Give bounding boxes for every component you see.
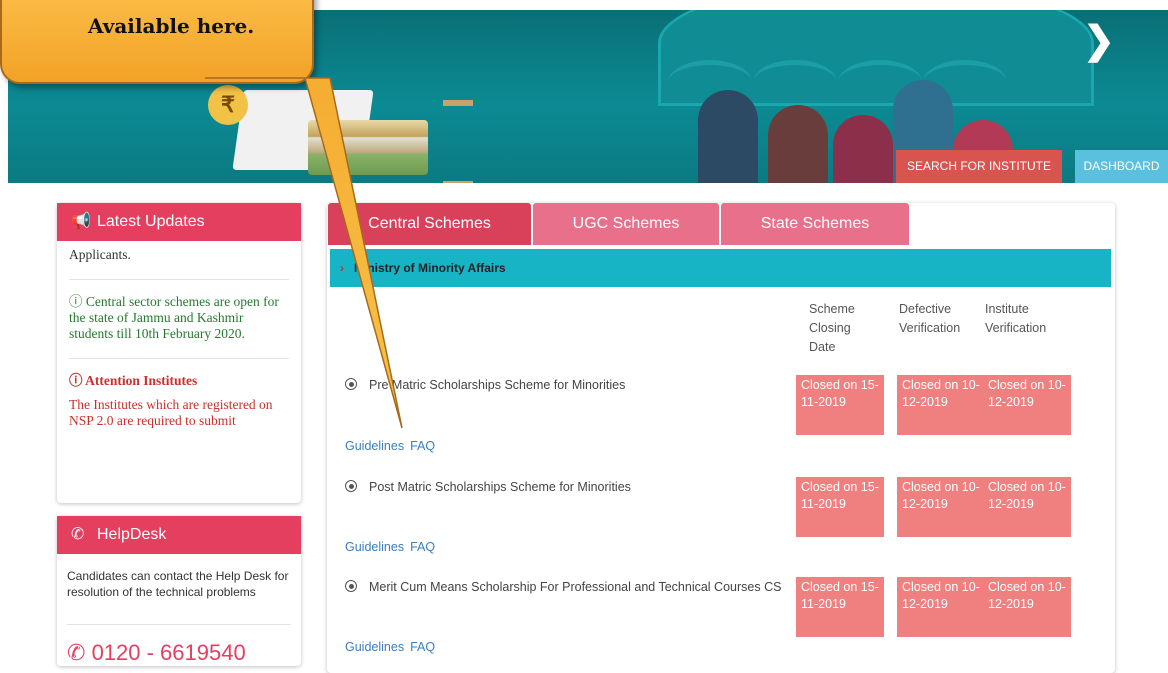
chevron-right-icon: › [340, 261, 344, 275]
scheme-row-title[interactable]: Pre Matric Scholarships Scheme for Minor… [345, 378, 625, 392]
student-figure [698, 90, 758, 183]
scheme-links: Guidelines FAQ [345, 540, 441, 554]
radio-bullet-icon [345, 580, 357, 592]
status-closing-date: Closed on 15-11-2019 [796, 477, 884, 537]
status-closing-date: Closed on 15-11-2019 [796, 577, 884, 637]
update-item: Applicants. [69, 247, 289, 280]
latest-updates-panel: 📢 Latest Updates Applicants. ⓘ Central s… [57, 203, 301, 503]
helpdesk-phone[interactable]: ✆ 0120 - 6619540 [67, 640, 246, 666]
dashboard-button[interactable]: DASHBOARD [1075, 150, 1168, 183]
update-text: Central sector schemes are open for the … [69, 294, 279, 341]
alert-icon: ⓘ [69, 373, 83, 388]
status-defective-verification: Closed on 10-12-2019 [897, 577, 985, 637]
books-stack [308, 120, 428, 175]
tab-ugc-schemes[interactable]: UGC Schemes [533, 203, 719, 245]
status-defective-verification: Closed on 10-12-2019 [897, 477, 985, 537]
helpdesk-title: HelpDesk [97, 526, 167, 543]
latest-updates-title: Latest Updates [97, 213, 205, 230]
search-institute-button[interactable]: SEARCH FOR INSTITUTE [896, 150, 1062, 183]
faq-link[interactable]: FAQ [410, 540, 435, 554]
helpdesk-header: ✆ HelpDesk [57, 516, 301, 554]
info-icon: ⓘ [69, 294, 83, 309]
column-scheme-closing-date: Scheme Closing Date [809, 302, 855, 354]
scheme-links: Guidelines FAQ [345, 640, 441, 654]
update-item: ⓘ Attention Institutes The Institutes wh… [69, 359, 289, 445]
schemes-panel: Central Schemes UGC Schemes State Scheme… [327, 203, 1115, 673]
faq-link[interactable]: FAQ [410, 640, 435, 654]
status-defective-verification: Closed on 10-12-2019 [897, 375, 985, 435]
phone-icon: ✆ [71, 526, 85, 543]
update-item: ⓘ Central sector schemes are open for th… [69, 280, 289, 359]
tab-state-schemes[interactable]: State Schemes [721, 203, 909, 245]
megaphone-icon: 📢 [71, 213, 91, 230]
scheme-row-title[interactable]: Post Matric Scholarships Scheme for Mino… [345, 480, 631, 494]
status-institute-verification: Closed on 10-12-2019 [983, 477, 1071, 537]
guidelines-link[interactable]: Guidelines [345, 640, 404, 654]
updates-list: Applicants. ⓘ Central sector schemes are… [57, 241, 301, 445]
faq-link[interactable]: FAQ [410, 439, 435, 453]
phone-icon: ✆ [67, 640, 86, 665]
ministry-name: Ministry of Minority Affairs [354, 261, 506, 275]
helpdesk-panel: ✆ HelpDesk Candidates can contact the He… [57, 516, 301, 666]
student-figure [768, 105, 828, 183]
status-institute-verification: Closed on 10-12-2019 [983, 577, 1071, 637]
attention-title: ⓘ Attention Institutes [69, 373, 198, 388]
scheme-links: Guidelines FAQ [345, 439, 441, 453]
guidelines-link[interactable]: Guidelines [345, 439, 404, 453]
callout-text: Available here. [88, 14, 255, 38]
hourglass-icon [443, 100, 473, 183]
scheme-row-title[interactable]: Merit Cum Means Scholarship For Professi… [345, 580, 781, 594]
latest-updates-header: 📢 Latest Updates [57, 203, 301, 241]
update-text: The Institutes which are registered on N… [69, 397, 273, 428]
status-closing-date: Closed on 15-11-2019 [796, 375, 884, 435]
guidelines-link[interactable]: Guidelines [345, 540, 404, 554]
helpdesk-text: Candidates can contact the Help Desk for… [67, 569, 289, 599]
student-figure [833, 115, 893, 183]
carousel-next-icon[interactable]: ❯ [1083, 18, 1115, 63]
radio-bullet-icon [345, 378, 357, 390]
status-institute-verification: Closed on 10-12-2019 [983, 375, 1071, 435]
ministry-header[interactable]: › Ministry of Minority Affairs [330, 249, 1111, 287]
rupee-coin-icon: ₹ [208, 85, 248, 125]
radio-bullet-icon [345, 480, 357, 492]
callout-bubble [0, 0, 314, 84]
divider [67, 624, 291, 625]
column-institute-verification: Institute Verification [985, 302, 1047, 335]
column-defective-verification: Defective Verification [899, 302, 961, 335]
tab-central-schemes[interactable]: Central Schemes [328, 203, 531, 245]
